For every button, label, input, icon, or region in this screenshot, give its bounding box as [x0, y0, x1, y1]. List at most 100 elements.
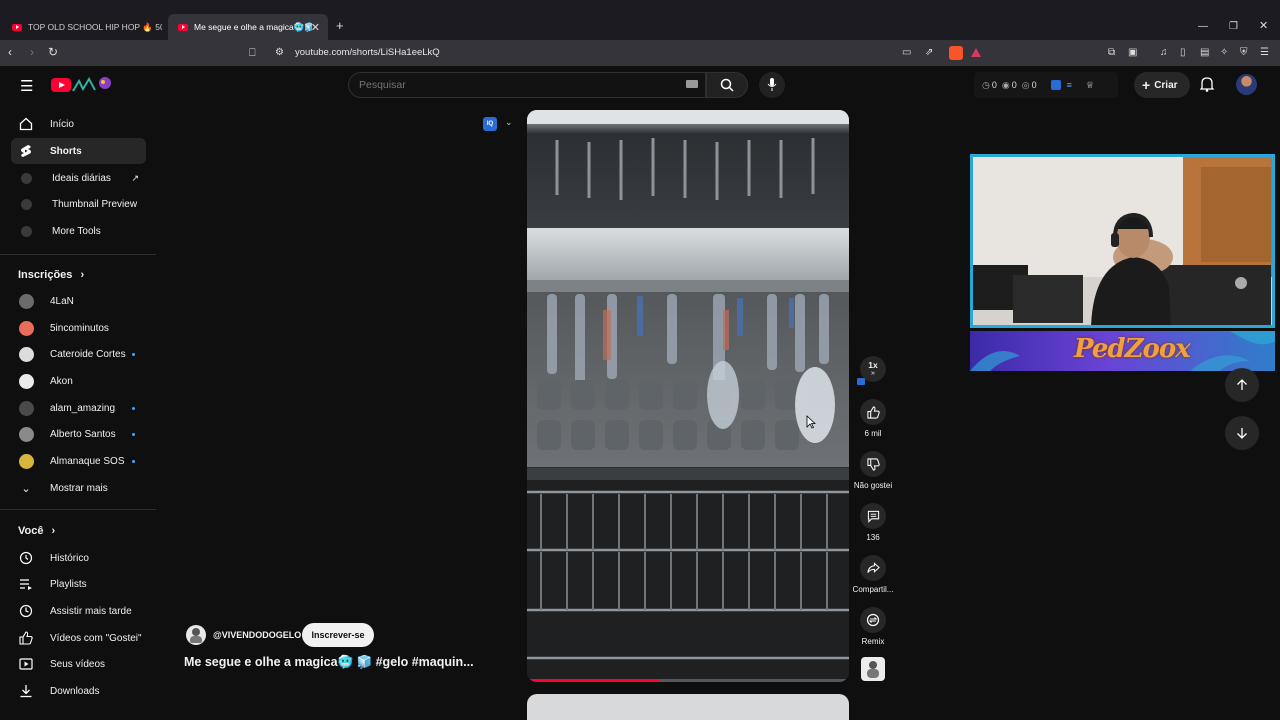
bookmark-icon[interactable]: ⎕ — [249, 46, 256, 60]
brave-shield-icon[interactable] — [949, 46, 963, 60]
show-more-label: Mostrar mais — [50, 482, 108, 494]
account-avatar[interactable] — [1236, 74, 1257, 95]
search-input[interactable] — [359, 77, 659, 93]
you-heading[interactable]: Você › — [18, 525, 55, 537]
youtube-logo[interactable] — [51, 76, 111, 96]
chevron-down-icon: ⌄ — [21, 482, 31, 495]
comments-button[interactable]: 136 — [843, 503, 903, 542]
sidebar-item-subscription[interactable]: Cateroide Cortes — [11, 341, 146, 367]
sidebar-item-liked-videos[interactable]: Vídeos com "Gostei" — [11, 625, 146, 651]
dislike-button[interactable]: Não gostei — [843, 451, 903, 490]
chevron-right-icon: › — [51, 525, 56, 537]
reload-icon[interactable]: ↻ — [48, 45, 58, 59]
create-button[interactable]: + Criar — [1134, 72, 1190, 98]
channel-avatar — [19, 373, 34, 389]
sidebar-icon[interactable]: ▯ — [1180, 46, 1186, 60]
sidebar-item-playlists[interactable]: Playlists — [11, 571, 146, 597]
media-icon[interactable]: ♫ — [1160, 46, 1168, 60]
trophy-icon[interactable]: ♕ — [1086, 80, 1094, 91]
address-bar-row: ‹ › ↻ ⎕ ⚙ youtube.com/shorts/LiSHa1eeLkQ… — [0, 40, 1280, 66]
leo-icon[interactable]: ✧ — [1220, 46, 1228, 60]
sidebar-item-label: Início — [50, 118, 74, 130]
sidebar-item-history[interactable]: Histórico — [11, 545, 146, 571]
arrow-up-icon — [1237, 379, 1247, 390]
new-tab-button[interactable]: + — [336, 19, 344, 33]
webcam-feed — [973, 157, 1272, 325]
sidebar-item-subscription[interactable]: 4LaN — [11, 288, 146, 314]
channel-avatar[interactable] — [186, 625, 206, 645]
sidebar-item-subscription[interactable]: alam_amazing — [11, 395, 146, 421]
playback-speed-button[interactable]: 1x » — [843, 356, 903, 385]
keyboard-icon[interactable] — [686, 80, 698, 88]
plus-icon: + — [1142, 77, 1151, 93]
next-short-preview[interactable] — [527, 694, 849, 720]
progress-track[interactable] — [527, 679, 849, 682]
notifications-button[interactable] — [1199, 76, 1215, 97]
like-button[interactable]: 6 mil — [843, 399, 903, 438]
sidebar-item-shorts[interactable]: Shorts — [11, 138, 146, 164]
extensions-icon[interactable]: ⧉ — [1108, 46, 1115, 60]
subscriptions-heading[interactable]: Inscrições › — [18, 269, 84, 281]
restore-icon[interactable]: ❐ — [1229, 20, 1238, 34]
minimize-icon[interactable]: — — [1198, 20, 1208, 34]
cast-icon[interactable]: ▭ — [902, 46, 911, 60]
channel-name[interactable]: @VIVENDODOGELO — [213, 630, 301, 640]
menu-icon[interactable]: ☰ — [1260, 46, 1269, 60]
show-more-button[interactable]: ⌄ Mostrar mais — [11, 475, 146, 501]
search-button[interactable] — [706, 72, 748, 98]
url-field[interactable]: youtube.com/shorts/LiSHa1eeLkQ — [295, 47, 440, 58]
speed-value: 1x — [868, 360, 878, 370]
sidebar-item-label: Ideais diárias — [52, 172, 111, 184]
sidebar-item-more-tools[interactable]: More Tools — [11, 218, 146, 244]
browser-tab-1[interactable]: TOP OLD SCHOOL HIP HOP 🔥 50 Cl — [2, 14, 162, 40]
chevron-down-icon[interactable]: ⌄ — [505, 117, 513, 128]
sidebar-divider — [0, 254, 156, 255]
rewards-icon[interactable] — [971, 48, 981, 57]
sidebar-item-your-videos[interactable]: Seus vídeos — [11, 651, 146, 677]
stat-value: 0 — [1011, 80, 1017, 90]
list-icon[interactable]: ≡ — [1067, 80, 1072, 90]
search-box[interactable] — [348, 72, 706, 98]
streamer-logo-text: PedZoox — [1074, 334, 1191, 364]
sidebar-item-thumbnail-preview[interactable]: Thumbnail Preview — [11, 191, 146, 217]
vidiq-icon[interactable] — [1050, 80, 1061, 90]
close-tab-icon[interactable]: ✕ — [311, 21, 320, 34]
thumbs-up-icon — [19, 631, 33, 645]
back-icon[interactable]: ‹ — [8, 45, 12, 59]
sidebar-item-subscription[interactable]: 5incominutos — [11, 315, 146, 341]
remix-button[interactable]: Remix — [843, 607, 903, 646]
vidiq-icon[interactable]: IQ — [483, 117, 497, 131]
hamburger-menu-icon[interactable]: ☰ — [20, 77, 33, 95]
fast-forward-icon: » — [871, 370, 875, 377]
short-title[interactable]: Me segue e olhe a magica🥶 🧊 #gelo #maqui… — [184, 655, 474, 670]
sidebar-item-home[interactable]: Início — [11, 111, 146, 137]
sidebar-item-subscription[interactable]: Akon — [11, 368, 146, 394]
share-page-icon[interactable]: ⇗ — [925, 46, 933, 60]
site-settings-icon[interactable]: ⚙ — [275, 46, 284, 60]
vpn-icon[interactable]: ⛨ — [1240, 46, 1248, 60]
voice-search-button[interactable] — [759, 72, 785, 98]
shorts-video-player[interactable] — [527, 110, 849, 682]
vidiq-icon — [19, 224, 33, 238]
wallet-icon[interactable]: ▤ — [1200, 46, 1209, 60]
sidebar-item-downloads[interactable]: Downloads — [11, 678, 146, 704]
view-icon: ◎ — [1021, 79, 1030, 90]
window-close-icon[interactable]: ✕ — [1259, 19, 1268, 33]
share-button[interactable]: Compartil... — [843, 555, 903, 594]
forward-icon[interactable]: › — [30, 45, 34, 59]
sidebar-item-daily-ideas[interactable]: Ideais diárias ↗ — [11, 165, 146, 191]
sidebar-item-label: Thumbnail Preview — [52, 198, 138, 210]
sidebar-item-watch-later[interactable]: Assistir mais tarde — [11, 598, 146, 624]
browser-tab-2[interactable]: Me segue e olhe a magica🥶🧊 ✕ — [168, 14, 328, 40]
channel-avatar — [19, 346, 34, 362]
sidebar-item-subscription[interactable]: Alberto Santos — [11, 421, 146, 447]
next-short-button[interactable] — [1225, 416, 1259, 450]
previous-short-button[interactable] — [1225, 368, 1259, 402]
sidebar-item-subscription[interactable]: Almanaque SOS — [11, 448, 146, 474]
new-content-dot — [132, 459, 135, 463]
tab-title: Me segue e olhe a magica🥶🧊 — [194, 21, 312, 32]
reading-icon[interactable]: ▣ — [1128, 46, 1137, 60]
subscribe-button[interactable]: Inscrever-se — [302, 623, 374, 647]
sound-thumbnail[interactable] — [861, 657, 885, 681]
clock-icon — [19, 604, 33, 618]
